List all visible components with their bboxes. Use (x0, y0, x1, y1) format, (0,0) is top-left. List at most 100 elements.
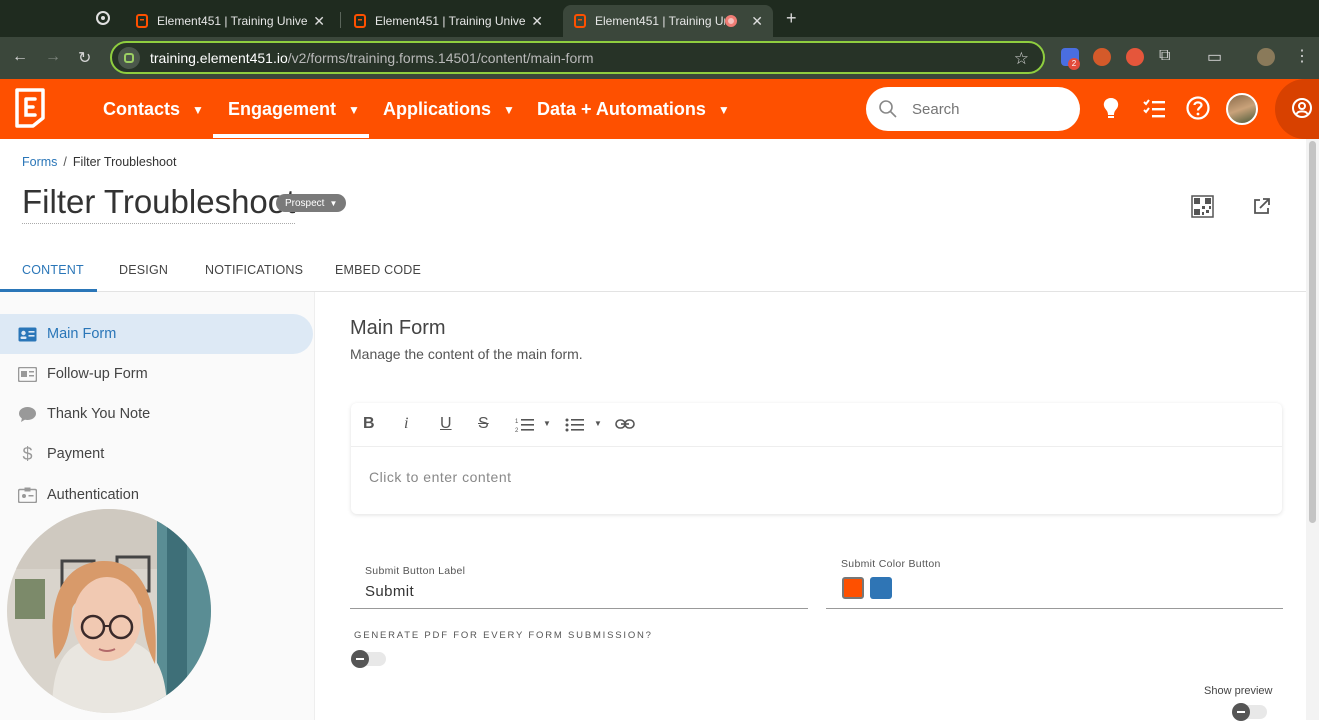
nav-contacts[interactable]: Contacts ▼ (103, 99, 204, 120)
extension-icon[interactable] (1093, 48, 1111, 66)
sidebar-item-follow-up-form[interactable]: Follow-up Form (0, 354, 313, 394)
new-tab-icon[interactable]: + (786, 8, 797, 29)
recording-icon[interactable] (96, 11, 110, 25)
chevron-down-icon: ▼ (348, 102, 360, 117)
nav-applications[interactable]: Applications ▼ (383, 99, 515, 120)
bookmark-star-icon[interactable]: ☆ (1014, 49, 1029, 69)
search-input[interactable] (912, 100, 1062, 118)
close-tab-icon[interactable]: ✕ (751, 13, 763, 30)
strikethrough-icon[interactable]: S (478, 415, 489, 433)
browser-tab-3-active[interactable]: Element451 | Training Univ ✕ (563, 5, 773, 37)
color-swatch-orange[interactable] (842, 577, 864, 599)
breadcrumb: Forms / Filter Troubleshoot (22, 155, 177, 169)
tab-embed-code[interactable]: EMBED CODE (335, 263, 421, 277)
extension-icon[interactable] (1126, 48, 1144, 66)
svg-text:1: 1 (515, 419, 519, 425)
section-title: Main Form (350, 317, 446, 339)
ordered-list-icon[interactable]: 12 (515, 417, 535, 433)
profile-avatar-icon[interactable] (1257, 48, 1275, 66)
field-underline (350, 608, 808, 609)
chat-bubble-icon (18, 406, 37, 423)
user-avatar[interactable] (1226, 93, 1258, 125)
open-external-icon[interactable] (1252, 197, 1271, 216)
page-title[interactable]: Filter Troubleshoot (22, 183, 296, 224)
presenter-video-image (7, 509, 211, 713)
id-badge-icon (18, 487, 37, 504)
page-scrollbar[interactable] (1306, 139, 1319, 720)
more-menu-icon[interactable]: ⋮ (1294, 46, 1310, 66)
tab-recording-icon (725, 15, 738, 27)
status-badge[interactable]: Prospect ▼ (276, 194, 347, 212)
tab-title: Element451 | Training Universi (157, 14, 308, 28)
submit-label-input[interactable]: Submit (365, 583, 414, 600)
forward-icon[interactable]: → (45, 48, 61, 66)
element451-logo-icon[interactable] (13, 88, 47, 128)
sidebar-item-label: Payment (47, 446, 105, 462)
editor-placeholder[interactable]: Click to enter content (369, 469, 512, 485)
nav-active-indicator (213, 134, 369, 138)
show-preview-toggle[interactable] (1232, 703, 1267, 721)
nav-engagement[interactable]: Engagement ▼ (228, 99, 360, 120)
chevron-down-icon[interactable]: ▼ (543, 419, 551, 428)
sidebar-item-payment[interactable]: $ Payment (0, 434, 313, 474)
underline-icon[interactable]: U (440, 415, 452, 433)
breadcrumb-forms-link[interactable]: Forms (22, 155, 57, 169)
reload-icon[interactable]: ↻ (78, 48, 91, 68)
sidebar-item-label: Thank You Note (47, 406, 151, 422)
site-info-icon[interactable] (118, 46, 140, 69)
address-bar[interactable]: training.element451.io/v2/forms/training… (110, 41, 1045, 74)
help-icon[interactable] (1185, 95, 1211, 121)
field-underline (826, 608, 1283, 609)
qr-code-icon[interactable] (1191, 195, 1214, 218)
browser-tab-2[interactable]: Element451 | Training Universi ✕ (343, 5, 553, 37)
account-settings-icon (1292, 98, 1312, 118)
task-list-icon[interactable] (1141, 95, 1167, 121)
scrollbar-thumb[interactable] (1309, 141, 1316, 523)
dollar-icon: $ (22, 443, 33, 464)
close-tab-icon[interactable]: ✕ (531, 13, 543, 30)
toggle-off-icon (351, 650, 369, 668)
sidebar-item-thank-you-note[interactable]: Thank You Note (0, 394, 313, 434)
sidebar-item-label: Main Form (47, 326, 117, 342)
browser-toolbar: ← → ↻ training.element451.io/v2/forms/tr… (0, 37, 1319, 79)
id-card-icon (18, 326, 37, 343)
svg-text:2: 2 (515, 428, 519, 433)
url-text: training.element451.io/v2/forms/training… (150, 49, 594, 66)
browser-tab-bar: Element451 | Training Universi ✕ Element… (0, 0, 1319, 37)
sidebar-item-label: Follow-up Form (47, 366, 148, 382)
italic-icon[interactable]: i (404, 415, 408, 433)
pdf-option-caption: GENERATE PDF FOR EVERY FORM SUBMISSION? (354, 630, 653, 641)
color-swatch-blue[interactable] (870, 577, 892, 599)
search-box[interactable] (866, 87, 1080, 131)
nav-data-automations[interactable]: Data + Automations ▼ (537, 99, 730, 120)
chevron-down-icon[interactable]: ▼ (594, 419, 602, 428)
pdf-toggle[interactable] (351, 650, 386, 668)
tab-design[interactable]: DESIGN (119, 263, 168, 277)
lightbulb-icon[interactable] (1098, 95, 1124, 121)
chevron-down-icon: ▼ (329, 198, 338, 208)
section-subtitle: Manage the content of the main form. (350, 346, 583, 362)
sidebar-item-label: Authentication (47, 487, 139, 503)
chevron-down-icon: ▼ (503, 102, 515, 117)
element451-favicon-icon (574, 14, 586, 28)
link-icon[interactable] (615, 418, 635, 430)
content-tabs: CONTENT DESIGN NOTIFICATIONS EMBED CODE (0, 249, 1306, 292)
tab-notifications[interactable]: NOTIFICATIONS (205, 263, 303, 277)
toggle-off-icon (1232, 703, 1250, 721)
back-icon[interactable]: ← (12, 48, 28, 66)
sidebar-item-authentication[interactable]: Authentication (0, 475, 313, 515)
cast-icon[interactable]: ▭ (1207, 47, 1222, 67)
submit-label-caption: Submit Button Label (365, 565, 466, 577)
close-tab-icon[interactable]: ✕ (313, 13, 325, 30)
search-icon (879, 100, 897, 118)
sidebar-item-main-form[interactable]: Main Form (0, 314, 313, 354)
extensions-puzzle-icon[interactable]: ⧉ (1159, 47, 1170, 65)
bullet-list-icon[interactable] (565, 417, 585, 433)
tab-content[interactable]: CONTENT (22, 263, 84, 277)
form-icon (18, 366, 37, 383)
account-menu[interactable] (1275, 79, 1319, 139)
rich-text-editor[interactable]: B i U S 12 ▼ ▼ Click to enter content (351, 403, 1282, 514)
browser-tab-1[interactable]: Element451 | Training Universi ✕ (125, 5, 335, 37)
extension-badge: 2 (1068, 58, 1080, 70)
bold-icon[interactable]: B (363, 415, 375, 433)
